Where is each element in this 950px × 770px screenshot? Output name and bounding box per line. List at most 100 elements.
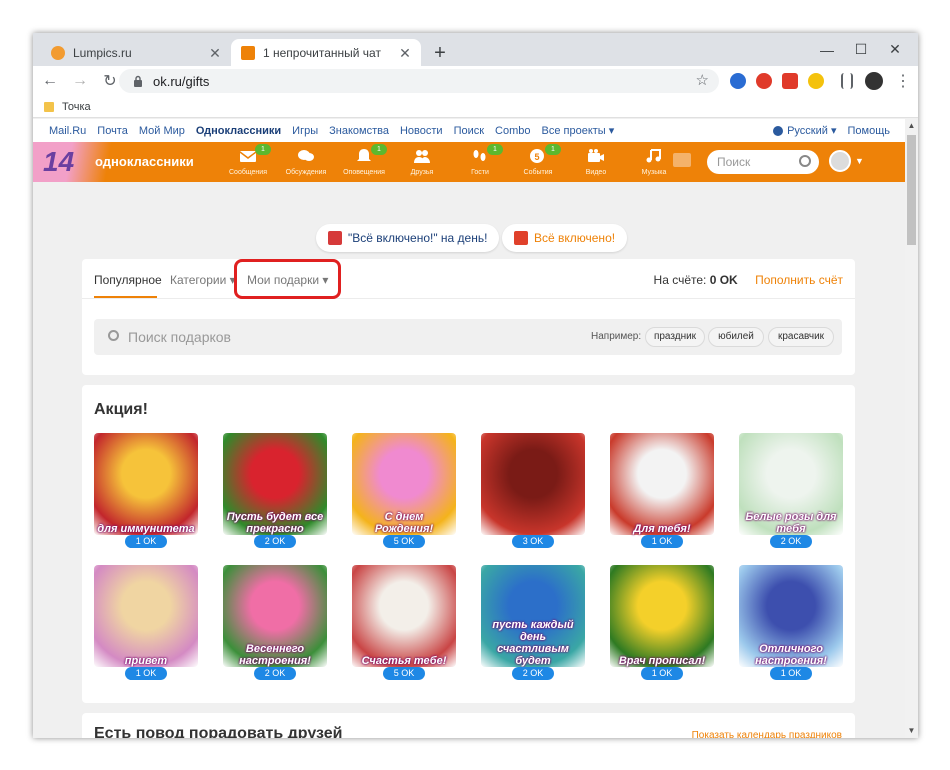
gift-card[interactable]: Отличного настроения! 1 OK bbox=[739, 565, 843, 680]
gift-price-badge[interactable]: 1 OK bbox=[641, 667, 683, 680]
search-icon bbox=[799, 155, 811, 167]
close-window-button[interactable]: ✕ bbox=[878, 33, 912, 66]
ok-search-input[interactable]: Поиск bbox=[707, 150, 819, 174]
gift-price-badge[interactable]: 1 OK bbox=[641, 535, 683, 548]
suggestion-chip[interactable]: красавчик bbox=[768, 327, 834, 347]
promo-all-inclusive-button[interactable]: Всё включено! bbox=[502, 224, 628, 252]
portal-link-moi-mir[interactable]: Мой Мир bbox=[139, 125, 185, 137]
nav-label: Обсуждения bbox=[285, 169, 327, 176]
maximize-button[interactable]: ☐ bbox=[844, 33, 878, 66]
gift-search-field[interactable]: Поиск подарков Например: праздник юбилей… bbox=[94, 319, 842, 355]
language-selector[interactable]: Русский ▾ bbox=[787, 124, 836, 137]
minimize-button[interactable]: — bbox=[810, 33, 844, 66]
nav-messages[interactable]: 1 Сообщения bbox=[219, 142, 277, 182]
gift-price-badge[interactable]: 2 OK bbox=[770, 535, 812, 548]
extension-badge-icon[interactable] bbox=[808, 73, 824, 89]
tab-close-icon[interactable]: ✕ bbox=[207, 45, 223, 61]
suggestion-chip[interactable]: праздник bbox=[645, 327, 705, 347]
tab-close-icon[interactable]: ✕ bbox=[397, 45, 413, 61]
browser-menu-icon[interactable]: ⋮ bbox=[890, 68, 916, 94]
tab-categories[interactable]: Категории ▾ bbox=[170, 273, 236, 287]
tab-ok-chat[interactable]: 1 непрочитанный чат ✕ bbox=[231, 39, 421, 66]
gift-price-badge[interactable]: 1 OK bbox=[125, 667, 167, 680]
promo-all-inclusive-day-button[interactable]: "Всё включено!" на день! bbox=[316, 224, 500, 252]
gift-card[interactable]: Для тебя! 1 OK bbox=[610, 433, 714, 548]
gift-caption: Врач прописал! bbox=[618, 655, 706, 667]
gift-card[interactable]: привет 1 OK bbox=[94, 565, 198, 680]
suggestion-chip[interactable]: юбилей bbox=[708, 327, 764, 347]
badge: 1 bbox=[371, 144, 387, 155]
portal-link-pochta[interactable]: Почта bbox=[97, 125, 128, 137]
portal-link-novosti[interactable]: Новости bbox=[400, 125, 443, 137]
nav-notifications[interactable]: 1 Оповещения bbox=[335, 142, 393, 182]
page-scrollbar[interactable]: ▲ ▼ bbox=[905, 119, 918, 738]
ok-logo[interactable]: 14 одноклассники bbox=[33, 142, 223, 182]
nav-discussions[interactable]: Обсуждения bbox=[277, 142, 335, 182]
nav-video[interactable]: Видео bbox=[567, 142, 625, 182]
forward-arrow-icon[interactable]: → bbox=[67, 68, 93, 94]
bookmark-tochka[interactable]: Точка bbox=[62, 101, 91, 113]
ok-search-placeholder: Поиск bbox=[717, 155, 751, 169]
nav-guests[interactable]: 1 Гости bbox=[451, 142, 509, 182]
friends-icon bbox=[414, 150, 430, 163]
gift-price-badge[interactable]: 1 OK bbox=[125, 535, 167, 548]
occasion-card: Есть повод порадовать друзей Показать ка… bbox=[82, 713, 855, 738]
gift-card[interactable]: для иммунитета 1 OK bbox=[94, 433, 198, 548]
gift-price-badge[interactable]: 2 OK bbox=[512, 667, 554, 680]
portal-link-igry[interactable]: Игры bbox=[292, 125, 318, 137]
gift-price-badge[interactable]: 5 OK bbox=[383, 535, 425, 548]
gift-card[interactable]: Пусть будет все прекрасно 2 OK bbox=[223, 433, 327, 548]
gift-card[interactable]: 3 OK bbox=[481, 433, 585, 548]
gift-card[interactable]: пусть каждый день счастливым будет 2 OK bbox=[481, 565, 585, 680]
gift-box-icon bbox=[514, 231, 528, 245]
back-arrow-icon[interactable]: ← bbox=[37, 68, 63, 94]
gift-price-badge[interactable]: 1 OK bbox=[770, 667, 812, 680]
nav-label: Музыка bbox=[641, 169, 667, 176]
scroll-up-arrow-icon[interactable]: ▲ bbox=[905, 119, 918, 133]
extension-opera-icon[interactable] bbox=[756, 73, 772, 89]
tab-lumpics[interactable]: Lumpics.ru ✕ bbox=[41, 39, 231, 66]
portal-link-poisk[interactable]: Поиск bbox=[454, 125, 484, 137]
gift-card[interactable]: Весеннего настроения! 2 OK bbox=[223, 565, 327, 680]
gift-caption: С днем Рождения! bbox=[374, 511, 434, 535]
anniversary-number: 14 bbox=[43, 146, 75, 177]
nav-label: Друзья bbox=[410, 169, 434, 176]
gift-caption: Для тебя! bbox=[633, 523, 691, 535]
reading-list-icon[interactable] bbox=[841, 73, 853, 89]
scroll-down-arrow-icon[interactable]: ▼ bbox=[905, 724, 918, 738]
brand-name: одноклассники bbox=[95, 154, 194, 169]
gift-card[interactable]: Счастья тебе! 5 OK bbox=[352, 565, 456, 680]
nav-events[interactable]: 5 1 События bbox=[509, 142, 567, 182]
help-link[interactable]: Помощь bbox=[848, 125, 891, 137]
tab-popular[interactable]: Популярное bbox=[94, 273, 162, 287]
gift-price-badge[interactable]: 5 OK bbox=[383, 667, 425, 680]
extension-shield-icon[interactable] bbox=[730, 73, 746, 89]
portal-link-odnoklassniki[interactable]: Одноклассники bbox=[196, 125, 281, 137]
user-avatar[interactable] bbox=[829, 150, 851, 172]
play-video-icon[interactable] bbox=[673, 153, 691, 167]
chevron-down-icon[interactable]: ▼ bbox=[855, 156, 864, 166]
profile-avatar[interactable] bbox=[865, 72, 883, 90]
gift-card[interactable]: Врач прописал! 1 OK bbox=[610, 565, 714, 680]
bookmark-star-icon[interactable]: ☆ bbox=[696, 71, 709, 89]
lumpics-favicon-icon bbox=[51, 45, 65, 60]
gift-image bbox=[481, 433, 585, 535]
gift-price-badge[interactable]: 3 OK bbox=[512, 535, 554, 548]
gift-card[interactable]: Белые розы для тебя 2 OK bbox=[739, 433, 843, 548]
portal-link-all-projects[interactable]: Все проекты ▾ bbox=[542, 124, 615, 137]
gift-card[interactable]: С днем Рождения! 5 OK bbox=[352, 433, 456, 548]
gift-tabs: Популярное Категории ▾ Мои подарки ▾ На … bbox=[82, 259, 855, 299]
portal-link-mailru[interactable]: Mail.Ru bbox=[49, 125, 86, 137]
holiday-calendar-link[interactable]: Показать календарь праздников bbox=[692, 730, 842, 738]
address-bar[interactable]: ok.ru/gifts ☆ bbox=[119, 69, 719, 93]
topup-link[interactable]: Пополнить счёт bbox=[755, 273, 843, 287]
gift-price-badge[interactable]: 2 OK bbox=[254, 667, 296, 680]
gift-price-badge[interactable]: 2 OK bbox=[254, 535, 296, 548]
nav-friends[interactable]: Друзья bbox=[393, 142, 451, 182]
portal-link-znakomstva[interactable]: Знакомства bbox=[329, 125, 389, 137]
bookmarks-bar: Точка bbox=[33, 96, 918, 118]
scrollbar-thumb[interactable] bbox=[907, 135, 916, 245]
portal-link-combo[interactable]: Combo bbox=[495, 125, 530, 137]
extension-cs-icon[interactable] bbox=[782, 73, 798, 89]
new-tab-button[interactable]: + bbox=[429, 42, 451, 64]
